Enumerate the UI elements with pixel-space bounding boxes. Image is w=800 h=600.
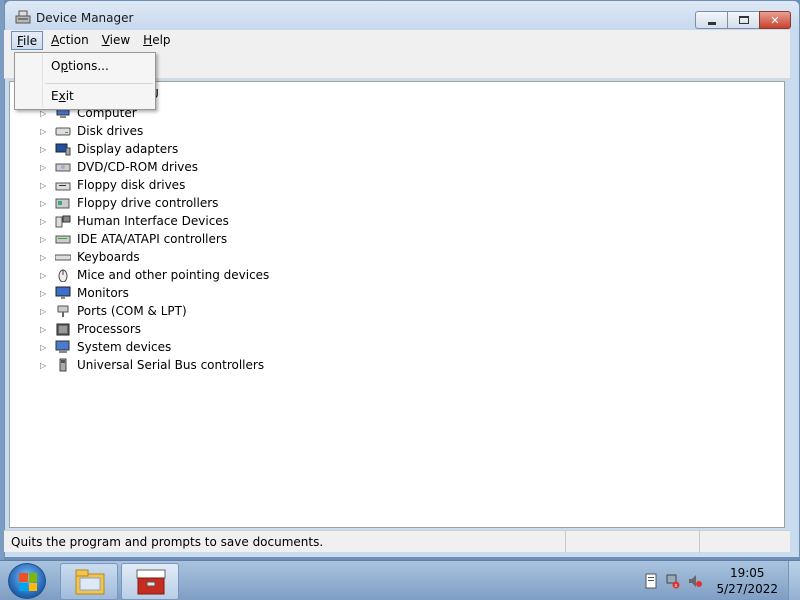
expand-arrow-icon[interactable]: ▷ <box>40 217 50 226</box>
tree-item[interactable]: ▷ Processors <box>40 320 269 338</box>
expand-arrow-icon[interactable]: ▷ <box>40 163 50 172</box>
dvd-drive-icon <box>55 163 71 172</box>
maximize-icon <box>738 16 749 24</box>
tree-item-label: DVD/CD-ROM drives <box>77 160 199 174</box>
menu-separator <box>45 83 153 84</box>
expand-arrow-icon[interactable]: ▷ <box>40 199 50 208</box>
windows-logo-icon <box>19 573 37 591</box>
tree-item-label: Floppy disk drives <box>77 178 186 192</box>
status-pane <box>700 531 786 553</box>
tree-item[interactable]: ▷ Human Interface Devices <box>40 212 269 230</box>
mouse-icon <box>58 269 68 282</box>
tree-item-label: Disk drives <box>77 124 144 138</box>
expand-arrow-icon[interactable]: ▷ <box>40 145 50 154</box>
tree-item-label: Universal Serial Bus controllers <box>77 358 265 372</box>
menu-file[interactable]: File <box>11 31 44 50</box>
taskbar-explorer-button[interactable] <box>60 563 118 600</box>
show-desktop-button[interactable] <box>788 561 800 600</box>
network-icon[interactable]: x <box>666 573 680 589</box>
expand-arrow-icon[interactable]: ▷ <box>40 271 50 280</box>
taskbar: x 19:05 5/27/2022 <box>0 560 800 600</box>
tree-item-label: IDE ATA/ATAPI controllers <box>77 232 228 246</box>
status-bar: Quits the program and prompts to save do… <box>4 530 790 553</box>
expand-arrow-icon[interactable]: ▷ <box>40 361 50 370</box>
expand-arrow-icon[interactable]: ▷ <box>40 289 50 298</box>
clock-date: 5/27/2022 <box>716 582 778 596</box>
tree-item[interactable]: ▷ Mice and other pointing devices <box>40 266 269 284</box>
menu-help[interactable]: Help <box>138 31 175 50</box>
menu-icon-gutter <box>42 54 43 108</box>
monitor-icon <box>55 286 71 299</box>
expand-arrow-icon[interactable]: ▷ <box>40 307 50 316</box>
tree-item[interactable]: ▷ IDE ATA/ATAPI controllers <box>40 230 269 248</box>
menu-item-options[interactable]: Options... <box>51 59 109 73</box>
tree-item-label: Keyboards <box>77 250 140 264</box>
display-adapter-icon <box>55 143 71 156</box>
taskbar-device-manager-button[interactable] <box>121 563 179 600</box>
tree-item[interactable]: ▷ Disk drives <box>40 122 269 140</box>
tree-item-label: Human Interface Devices <box>77 214 229 228</box>
tree-item[interactable]: ▷ Floppy drive controllers <box>40 194 269 212</box>
menu-bar: File Action View Help <box>4 30 790 51</box>
expand-arrow-icon[interactable]: ▷ <box>40 325 50 334</box>
tree-item[interactable]: ▷ Floppy disk drives <box>40 176 269 194</box>
minimize-icon <box>707 21 716 25</box>
expand-arrow-icon[interactable]: ▷ <box>40 343 50 352</box>
clock-time: 19:05 <box>729 566 765 580</box>
tree-item[interactable]: ▷ Display adapters <box>40 140 269 158</box>
tree-item[interactable]: ▷ Keyboards <box>40 248 269 266</box>
ide-controller-icon <box>55 235 71 244</box>
explorer-folder-icon <box>75 569 105 595</box>
floppy-drive-icon <box>55 182 71 191</box>
tree-item-label: System devices <box>77 340 172 354</box>
expand-arrow-icon[interactable]: ▷ <box>40 127 50 136</box>
tree-item-label: Ports (COM & LPT) <box>77 304 187 318</box>
device-tree: ▷ Computer ▷ Disk drives ▷ Display adapters ▷ D… <box>40 104 269 374</box>
floppy-controller-icon <box>55 198 70 209</box>
start-button[interactable] <box>8 563 46 599</box>
hid-icon <box>55 215 71 228</box>
menu-item-exit[interactable]: Exit <box>51 89 74 103</box>
menu-view[interactable]: View <box>97 31 135 50</box>
menu-action[interactable]: Action <box>46 31 94 50</box>
toolbox-icon <box>136 569 166 595</box>
tree-item-label: Mice and other pointing devices <box>77 268 270 282</box>
svg-text:x: x <box>674 583 677 589</box>
title-bar[interactable]: Device Manager ✕ <box>5 1 799 31</box>
minimize-button[interactable] <box>695 11 727 29</box>
window-title: Device Manager <box>36 11 134 25</box>
status-pane <box>566 530 700 553</box>
close-icon: ✕ <box>770 13 780 27</box>
status-text: Quits the program and prompts to save do… <box>4 530 566 553</box>
tree-item[interactable]: ▷ Monitors <box>40 284 269 302</box>
expand-arrow-icon[interactable]: ▷ <box>40 253 50 262</box>
system-device-icon <box>55 340 70 353</box>
port-icon <box>57 305 69 317</box>
tree-item-label: Display adapters <box>77 142 179 156</box>
usb-icon <box>59 358 67 372</box>
expand-arrow-icon[interactable]: ▷ <box>40 181 50 190</box>
processor-icon <box>56 323 70 336</box>
expand-arrow-icon[interactable]: ▷ <box>40 235 50 244</box>
action-center-icon[interactable] <box>644 573 658 589</box>
tree-item[interactable]: ▷ System devices <box>40 338 269 356</box>
tree-item[interactable]: ▷ Ports (COM & LPT) <box>40 302 269 320</box>
maximize-button[interactable] <box>727 11 759 29</box>
tree-item[interactable]: ▷ Universal Serial Bus controllers <box>40 356 269 374</box>
volume-muted-icon[interactable] <box>688 573 702 589</box>
tree-item-label: Monitors <box>77 286 129 300</box>
device-manager-icon <box>15 10 31 24</box>
system-tray: x 19:05 5/27/2022 <box>640 561 800 600</box>
tree-item-label: Processors <box>77 322 142 336</box>
tree-item[interactable]: ▷ DVD/CD-ROM drives <box>40 158 269 176</box>
keyboard-icon <box>55 254 71 261</box>
close-button[interactable]: ✕ <box>759 11 791 29</box>
tree-item-label: Floppy drive controllers <box>77 196 219 210</box>
disk-drive-icon <box>55 127 71 136</box>
clock[interactable]: 19:05 5/27/2022 <box>716 565 778 597</box>
file-menu-dropdown: Options... Exit <box>14 52 156 110</box>
device-tree-pane[interactable]: U ▷Computer▷Disk drives▷Display adapters… <box>9 81 785 528</box>
